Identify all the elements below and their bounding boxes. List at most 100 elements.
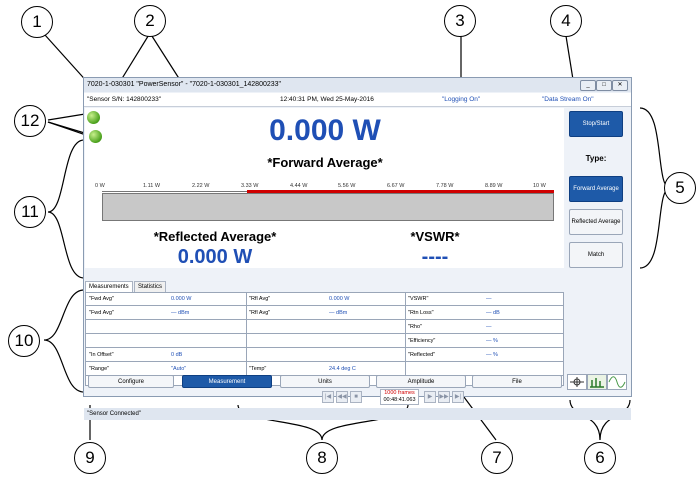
scale-tick: 5.56 W [338,183,356,189]
vswr-label: *VSWR* [410,229,460,244]
units-button[interactable]: Units [280,375,370,388]
table-value: 0 dB [171,352,183,358]
table-label: "Fwd Avg" [89,296,114,302]
scale-tick: 0 W [95,183,105,189]
table-label: "VSWR" [408,296,429,302]
stop-start-button[interactable]: Stop/Start [569,111,623,137]
vswr-value: ---- [421,246,449,268]
table-value: 24.4 deg C [329,366,356,372]
datetime: 12:40:31 PM, Wed 25-May-2016 [280,96,374,103]
callout-7: 7 [481,442,513,474]
callout-10: 10 [8,325,40,357]
callout-2: 2 [134,5,166,37]
table-label: "Rfl Avg" [249,310,271,316]
table-value: — dBm [329,310,348,316]
skip-end-button[interactable]: ▶| [452,391,464,403]
tab-statistics[interactable]: Statistics [134,281,167,292]
callout-9: 9 [74,442,106,474]
grid-divider [86,305,563,306]
window-title: 7020-1-030301 "PowerSensor" - "7020-1-03… [87,81,282,88]
forward-average-button[interactable]: Forward Average [569,176,623,202]
table-value: — % [486,352,498,358]
callout-11: 11 [14,196,46,228]
callout-12: 12 [14,105,46,137]
bar-graph-view-icon[interactable] [587,374,607,390]
table-label: "Efficiency" [408,338,436,344]
fast-forward-button[interactable]: ▶▶ [438,391,450,403]
skip-start-button[interactable]: |◀ [322,391,334,403]
callout-4: 4 [550,5,582,37]
scale-tick: 10 W [533,183,546,189]
connection-status: "Sensor Connected" [87,411,141,417]
scale-tick: 1.11 W [143,183,161,189]
reflected-label: *Reflected Average* [153,229,277,244]
table-label: "Fwd Avg" [89,310,114,316]
logging-status: "Logging On" [442,96,481,103]
frame-time: 00:48:41.063 [383,397,416,403]
table-value: 0.000 W [329,296,350,302]
callout-5: 5 [664,172,696,204]
table-label: "Rtn Loss" [408,310,434,316]
datastream-status: "Data Stream On" [542,96,594,103]
file-button[interactable]: File [472,375,562,388]
table-label: "Reflected" [408,352,436,358]
table-value: — % [486,338,498,344]
forward-value: 0.000 W [269,114,381,147]
frame-counter: 1000 frames 00:48:41.063 [380,389,419,405]
scale-tick: 2.22 W [192,183,210,189]
grid-divider [86,361,563,362]
table-label: "In Offset" [89,352,114,358]
callout-1: 1 [21,6,53,38]
side-panel: Stop/Start Type: Forward Average Reflect… [565,108,631,305]
scale-tick: 4.44 W [290,183,308,189]
scale-tick: 7.78 W [436,183,454,189]
measurement-button[interactable]: Measurement [182,375,272,388]
table-label: "Temp" [249,366,267,372]
forward-bar [102,193,554,221]
amplitude-button[interactable]: Amplitude [376,375,466,388]
type-label: Type: [585,154,607,163]
close-button[interactable]: ✕ [612,80,628,91]
measurement-display: 0.000 W *Forward Average* 0 W 1.11 W 2.2… [85,108,564,268]
info-bar: "Sensor S/N: 142800233" 12:40:31 PM, Wed… [84,93,631,107]
grid-divider [246,293,247,385]
minimize-button[interactable]: _ [580,80,596,91]
reflected-value: 0.000 W [177,246,253,268]
rewind-button[interactable]: ◀◀ [336,391,348,403]
table-value: 0.000 W [171,296,192,302]
configure-button[interactable]: Configure [88,375,174,388]
tab-measurements[interactable]: Measurements [85,281,133,292]
table-label: "Range" [89,366,110,372]
play-button[interactable]: ▶ [424,391,436,403]
scale-tick: 6.67 W [387,183,405,189]
callout-8: 8 [306,442,338,474]
callout-3: 3 [444,5,476,37]
table-label: "Rho" [408,324,422,330]
status-bar: "Sensor Connected" [84,408,631,420]
frame-count: 1000 frames [384,390,415,396]
grid-divider [86,319,563,320]
forward-label: *Forward Average* [267,155,383,170]
maximize-button[interactable]: □ [596,80,612,91]
waveform-view-icon[interactable] [607,374,627,390]
grid-divider [86,347,563,348]
callout-6: 6 [584,442,616,474]
app-window: 7020-1-030301 "PowerSensor" - "7020-1-03… [83,77,632,420]
table-label: "Rfl Avg" [249,296,271,302]
title-bar: 7020-1-030301 "PowerSensor" - "7020-1-03… [84,78,631,92]
measurement-table: "Fwd Avg" 0.000 W "Rfl Avg" 0.000 W "VSW… [85,292,564,386]
grid-divider [405,293,406,385]
reflected-average-button[interactable]: Reflected Average [569,209,623,235]
match-button[interactable]: Match [569,242,623,268]
table-value: — [486,324,492,330]
status-led-1 [87,111,100,124]
grid-divider [86,333,563,334]
stop-button[interactable]: ■ [350,391,362,403]
table-value: — [486,296,492,302]
crosshair-view-icon[interactable] [567,374,587,390]
status-led-2 [89,130,102,143]
sensor-serial: "Sensor S/N: 142800233" [87,96,161,103]
scale-tick: 8.89 W [485,183,503,189]
table-value: — dBm [171,310,190,316]
table-value: — dB [486,310,500,316]
